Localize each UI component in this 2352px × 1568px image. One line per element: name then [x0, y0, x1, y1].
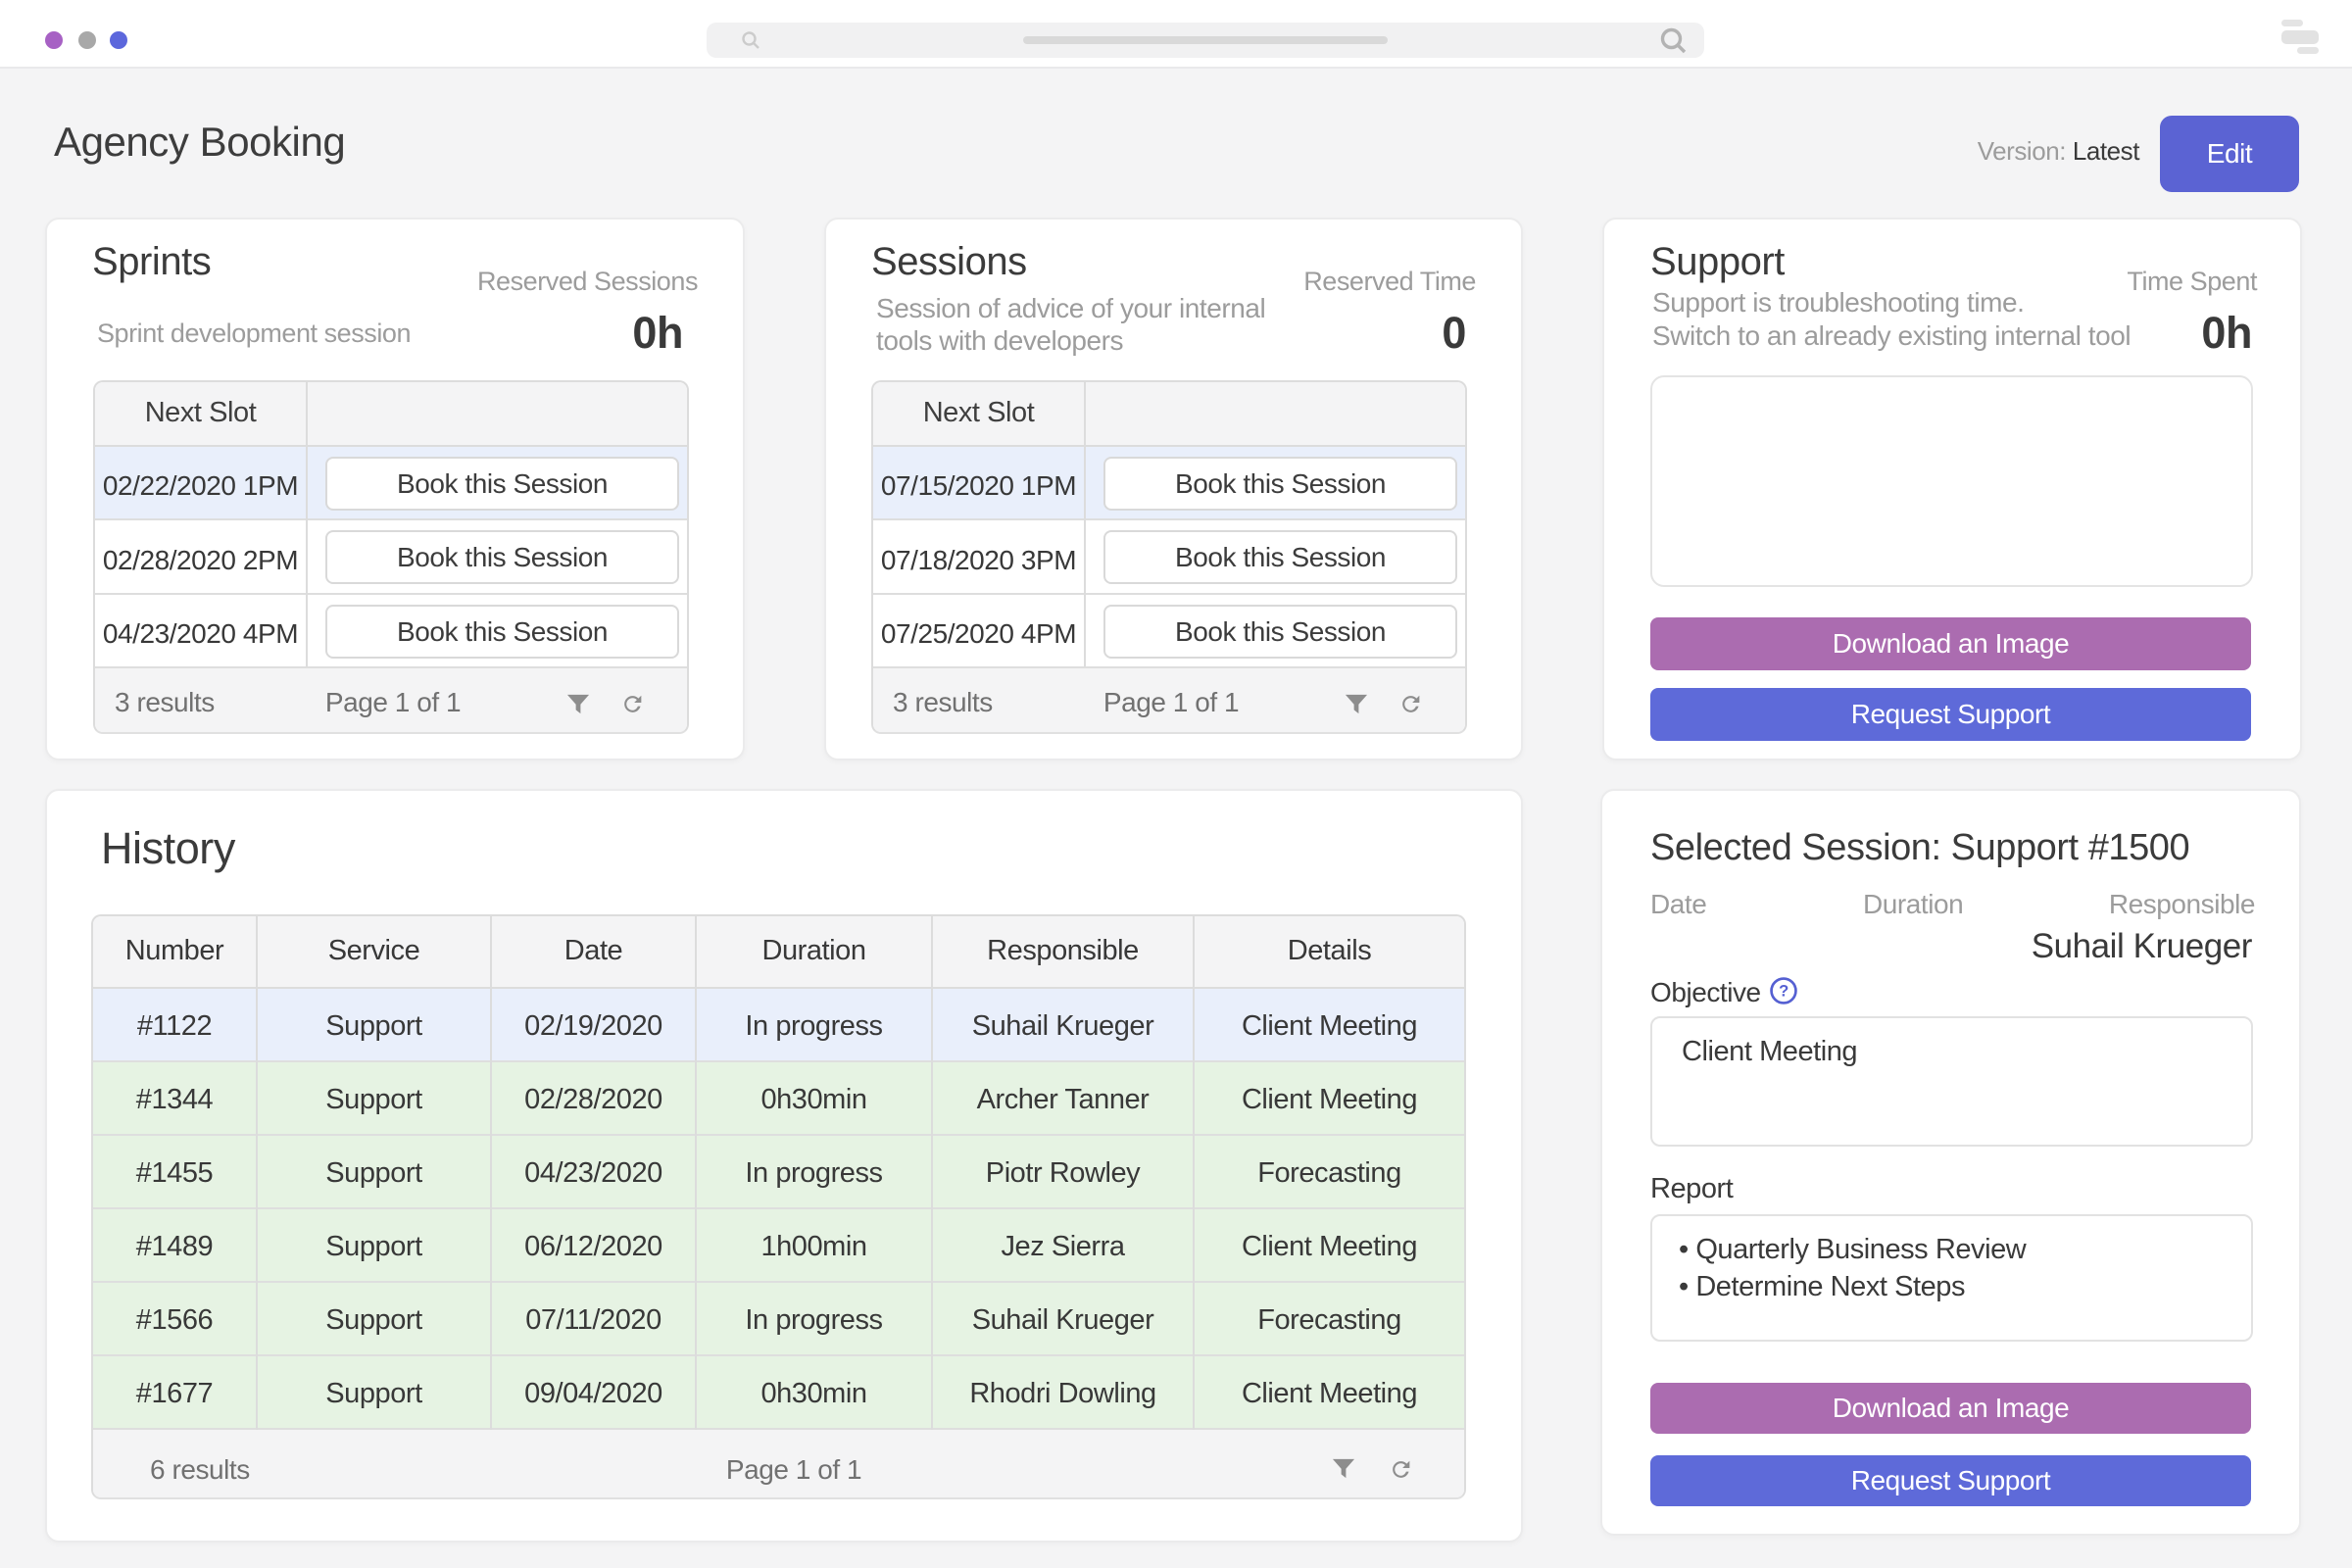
svg-text:?: ?: [1779, 982, 1788, 1001]
